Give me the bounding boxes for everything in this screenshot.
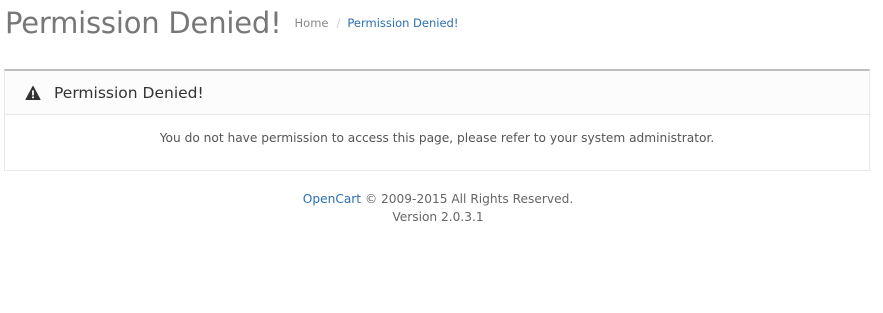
version-text: Version 2.0.3.1 bbox=[392, 210, 484, 224]
permission-message: You do not have permission to access thi… bbox=[159, 131, 715, 145]
permission-panel: Permission Denied! You do not have permi… bbox=[4, 69, 870, 171]
panel-heading: Permission Denied! bbox=[5, 71, 869, 115]
footer: OpenCart © 2009-2015 All Rights Reserved… bbox=[0, 190, 876, 226]
breadcrumb-separator: / bbox=[336, 16, 341, 30]
warning-icon bbox=[25, 85, 41, 101]
breadcrumb: Home / Permission Denied! bbox=[295, 16, 459, 30]
panel-title: Permission Denied! bbox=[54, 83, 204, 102]
copyright-text: © 2009-2015 All Rights Reserved. bbox=[361, 192, 574, 206]
footer-copyright-line: OpenCart © 2009-2015 All Rights Reserved… bbox=[0, 190, 876, 208]
panel-body: You do not have permission to access thi… bbox=[5, 115, 869, 145]
breadcrumb-home-link[interactable]: Home bbox=[295, 16, 329, 30]
page: Permission Denied! Home / Permission Den… bbox=[0, 0, 883, 313]
page-header: Permission Denied! Home / Permission Den… bbox=[5, 4, 458, 42]
opencart-link[interactable]: OpenCart bbox=[303, 192, 361, 206]
page-title: Permission Denied! bbox=[5, 6, 282, 40]
breadcrumb-current-link[interactable]: Permission Denied! bbox=[347, 16, 458, 30]
